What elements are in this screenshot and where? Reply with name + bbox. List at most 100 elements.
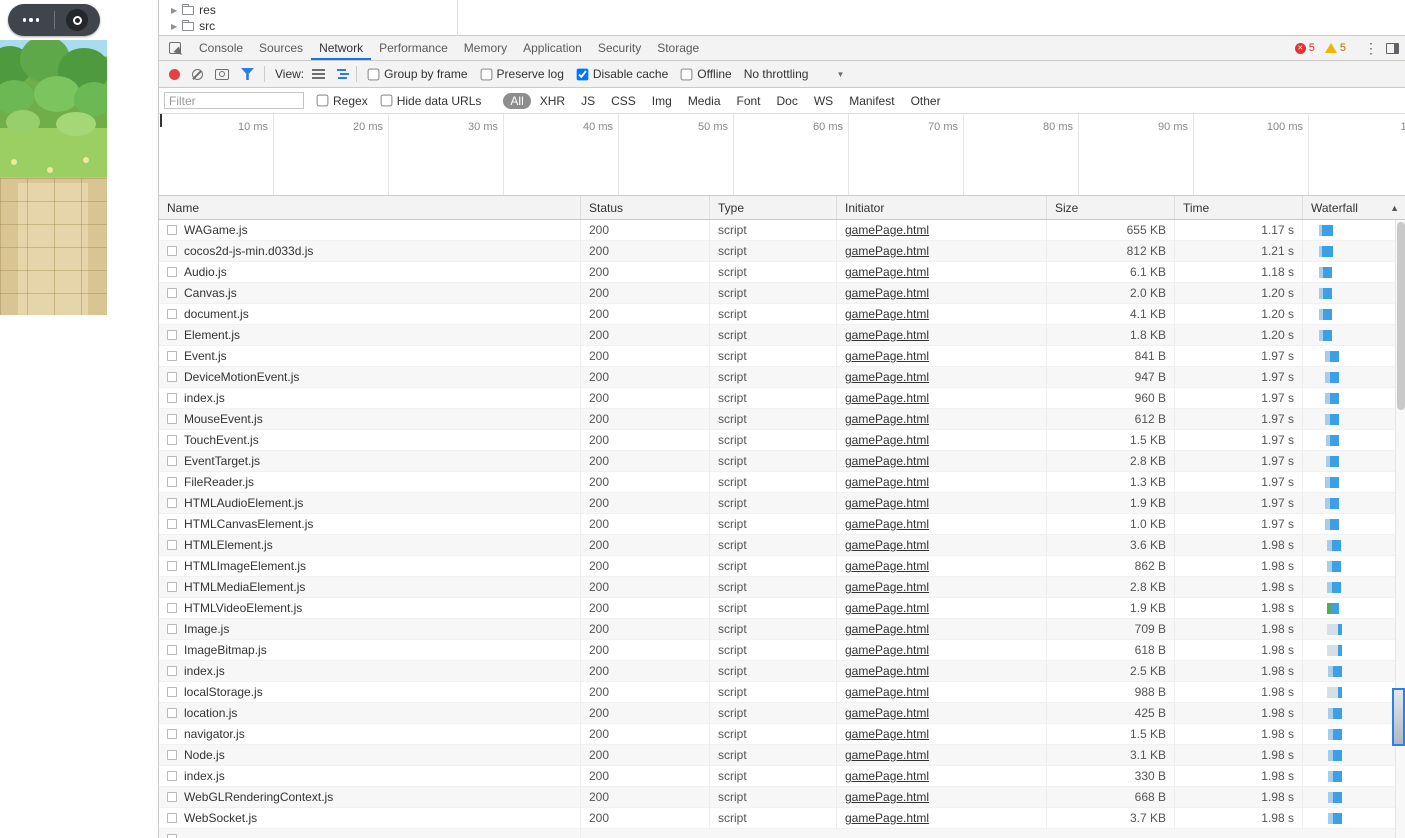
column-header-type[interactable]: Type bbox=[710, 196, 837, 219]
table-row[interactable]: location.js 200 script gamePage.html 425 B 1.… bbox=[159, 703, 1405, 724]
table-row-partial[interactable] bbox=[159, 829, 1405, 838]
initiator-link[interactable]: gamePage.html bbox=[845, 769, 929, 783]
table-row[interactable]: HTMLCanvasElement.js 200 script gamePage.ht… bbox=[159, 514, 1405, 535]
filter-input[interactable] bbox=[164, 92, 304, 109]
table-row[interactable]: DeviceMotionEvent.js 200 script gamePage.ht… bbox=[159, 367, 1405, 388]
scrollbar-thumb[interactable] bbox=[1397, 222, 1405, 410]
tab-console[interactable]: Console bbox=[191, 36, 251, 60]
hide-data-urls-input[interactable] bbox=[380, 94, 393, 107]
table-row[interactable]: navigator.js 200 script gamePage.html 1.5 KB… bbox=[159, 724, 1405, 745]
initiator-link[interactable]: gamePage.html bbox=[845, 244, 929, 258]
initiator-link[interactable]: gamePage.html bbox=[845, 748, 929, 762]
column-header-size[interactable]: Size bbox=[1047, 196, 1175, 219]
initiator-link[interactable]: gamePage.html bbox=[845, 496, 929, 510]
disable-cache-input[interactable] bbox=[576, 68, 589, 80]
initiator-link[interactable]: gamePage.html bbox=[845, 685, 929, 699]
initiator-link[interactable]: gamePage.html bbox=[845, 559, 929, 573]
initiator-link[interactable]: gamePage.html bbox=[845, 601, 929, 615]
table-row[interactable]: index.js 200 script gamePage.html 330 B 1.98 … bbox=[159, 766, 1405, 787]
tab-memory[interactable]: Memory bbox=[456, 36, 515, 60]
devtools-menu-icon[interactable]: ⋮ bbox=[1356, 40, 1386, 57]
initiator-link[interactable]: gamePage.html bbox=[845, 223, 929, 237]
table-row[interactable]: index.js 200 script gamePage.html 2.5 KB 1.98… bbox=[159, 661, 1405, 682]
filter-chip-css[interactable]: CSS bbox=[604, 93, 643, 109]
group-by-frame-checkbox[interactable]: Group by frame bbox=[367, 67, 468, 81]
initiator-link[interactable]: gamePage.html bbox=[845, 538, 929, 552]
initiator-link[interactable]: gamePage.html bbox=[845, 265, 929, 279]
initiator-link[interactable]: gamePage.html bbox=[845, 706, 929, 720]
initiator-link[interactable]: gamePage.html bbox=[845, 433, 929, 447]
filter-chip-other[interactable]: Other bbox=[904, 93, 948, 109]
clear-button[interactable] bbox=[192, 68, 203, 80]
initiator-link[interactable]: gamePage.html bbox=[845, 811, 929, 825]
close-target-button[interactable] bbox=[55, 4, 101, 36]
filter-chip-js[interactable]: JS bbox=[574, 93, 602, 109]
game-canvas-preview[interactable] bbox=[0, 40, 107, 315]
throttling-select[interactable]: No throttling ▼ bbox=[744, 67, 845, 81]
column-header-waterfall[interactable]: Waterfall ▲ bbox=[1303, 196, 1405, 219]
table-row[interactable]: WAGame.js 200 script gamePage.html 655 KB 1.1… bbox=[159, 220, 1405, 241]
table-row[interactable]: document.js 200 script gamePage.html 4.1 KB 1… bbox=[159, 304, 1405, 325]
timeline-overview[interactable]: 10 ms 20 ms 30 ms 40 ms 50 ms 60 ms 70 ms 80 ms… bbox=[159, 114, 1405, 196]
table-row[interactable]: FileReader.js 200 script gamePage.html 1.3 K… bbox=[159, 472, 1405, 493]
group-by-frame-input[interactable] bbox=[367, 68, 380, 80]
initiator-link[interactable]: gamePage.html bbox=[845, 475, 929, 489]
table-row[interactable]: Image.js 200 script gamePage.html 709 B 1.98 … bbox=[159, 619, 1405, 640]
offline-checkbox[interactable]: Offline bbox=[680, 67, 732, 81]
initiator-link[interactable]: gamePage.html bbox=[845, 391, 929, 405]
tree-item-res[interactable]: ▶ res bbox=[159, 2, 1405, 18]
column-header-name[interactable]: Name bbox=[159, 196, 581, 219]
record-button[interactable] bbox=[169, 68, 180, 80]
table-row[interactable]: Node.js 200 script gamePage.html 3.1 KB 1.98 … bbox=[159, 745, 1405, 766]
offline-input[interactable] bbox=[680, 68, 693, 80]
preserve-log-checkbox[interactable]: Preserve log bbox=[480, 67, 564, 81]
screenshot-capture-icon[interactable] bbox=[215, 68, 229, 80]
hide-data-urls-checkbox[interactable]: Hide data URLs bbox=[380, 94, 481, 108]
filter-chip-doc[interactable]: Doc bbox=[770, 93, 805, 109]
initiator-link[interactable]: gamePage.html bbox=[845, 412, 929, 426]
table-row[interactable]: localStorage.js 200 script gamePage.html 988… bbox=[159, 682, 1405, 703]
tab-sources[interactable]: Sources bbox=[251, 36, 311, 60]
table-row[interactable]: HTMLAudioElement.js 200 script gamePage.htm… bbox=[159, 493, 1405, 514]
tab-security[interactable]: Security bbox=[590, 36, 649, 60]
initiator-link[interactable]: gamePage.html bbox=[845, 454, 929, 468]
table-row[interactable]: Audio.js 200 script gamePage.html 6.1 KB 1.18… bbox=[159, 262, 1405, 283]
scroll-indicator-thumbnail[interactable] bbox=[1392, 688, 1405, 746]
filter-chip-all[interactable]: All bbox=[503, 92, 531, 109]
initiator-link[interactable]: gamePage.html bbox=[845, 727, 929, 741]
initiator-link[interactable]: gamePage.html bbox=[845, 664, 929, 678]
list-view-icon[interactable] bbox=[312, 69, 326, 71]
warning-badge[interactable]: 5 bbox=[1324, 42, 1346, 54]
table-row[interactable]: ImageBitmap.js 200 script gamePage.html 618 … bbox=[159, 640, 1405, 661]
tree-item-src[interactable]: ▶ src bbox=[159, 18, 1405, 34]
table-row[interactable]: HTMLImageElement.js 200 script gamePage.htm… bbox=[159, 556, 1405, 577]
tab-storage[interactable]: Storage bbox=[649, 36, 707, 60]
initiator-link[interactable]: gamePage.html bbox=[845, 580, 929, 594]
preserve-log-input[interactable] bbox=[480, 68, 492, 80]
filter-chip-font[interactable]: Font bbox=[730, 93, 768, 109]
tab-performance[interactable]: Performance bbox=[371, 36, 456, 60]
filter-chip-manifest[interactable]: Manifest bbox=[842, 93, 901, 109]
more-options-button[interactable] bbox=[8, 4, 54, 36]
column-header-time[interactable]: Time bbox=[1175, 196, 1303, 219]
dock-side-icon[interactable] bbox=[1386, 42, 1399, 54]
table-row[interactable]: WebSocket.js 200 script gamePage.html 3.7 KB… bbox=[159, 808, 1405, 829]
table-row[interactable]: WebGLRenderingContext.js 200 script gamePag… bbox=[159, 787, 1405, 808]
filter-chip-img[interactable]: Img bbox=[645, 93, 679, 109]
table-row[interactable]: HTMLElement.js 200 script gamePage.html 3.6 … bbox=[159, 535, 1405, 556]
tab-application[interactable]: Application bbox=[515, 36, 590, 60]
filter-funnel-icon[interactable] bbox=[241, 68, 254, 80]
error-badge[interactable]: 5 bbox=[1294, 42, 1315, 54]
regex-checkbox[interactable]: Regex bbox=[316, 94, 368, 108]
table-row[interactable]: Event.js 200 script gamePage.html 841 B 1.97 … bbox=[159, 346, 1405, 367]
initiator-link[interactable]: gamePage.html bbox=[845, 349, 929, 363]
inspect-element-button[interactable] bbox=[159, 36, 191, 60]
table-row[interactable]: cocos2d-js-min.d033d.js 200 script gamePage… bbox=[159, 241, 1405, 262]
initiator-link[interactable]: gamePage.html bbox=[845, 643, 929, 657]
initiator-link[interactable]: gamePage.html bbox=[845, 622, 929, 636]
column-header-status[interactable]: Status bbox=[581, 196, 710, 219]
initiator-link[interactable]: gamePage.html bbox=[845, 790, 929, 804]
filter-chip-ws[interactable]: WS bbox=[807, 93, 840, 109]
table-row[interactable]: HTMLVideoElement.js 200 script gamePage.htm… bbox=[159, 598, 1405, 619]
initiator-link[interactable]: gamePage.html bbox=[845, 328, 929, 342]
